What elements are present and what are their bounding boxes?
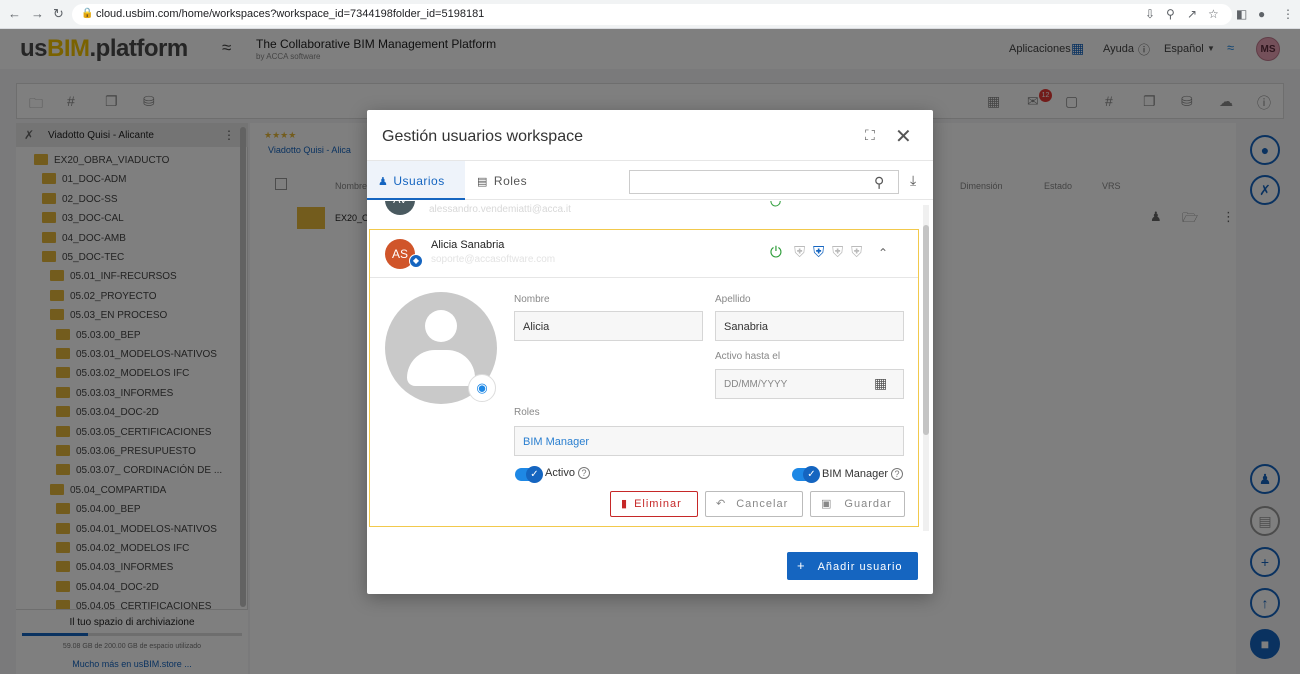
download-icon[interactable]: ⤓ <box>910 172 916 189</box>
add-user-button[interactable]: + Añadir usuario <box>787 552 918 580</box>
save-button[interactable]: ▣ Guardar <box>810 491 905 517</box>
bim-manager-toggle-label: BIM Manager? <box>822 468 904 480</box>
photo-head <box>425 310 457 342</box>
activo-hasta-label: Activo hasta el <box>715 351 781 362</box>
roles-label: Roles <box>514 407 540 418</box>
lock-icon: 🔒 <box>81 8 94 19</box>
plus-icon: + <box>797 558 806 573</box>
bookmark-star-icon[interactable]: ☆ <box>1208 7 1219 21</box>
manager-badge-icon: ◆ <box>409 254 423 268</box>
power-icon[interactable]: ⏻ <box>770 244 782 261</box>
activo-toggle[interactable]: ✓ <box>515 466 543 483</box>
help-icon[interactable]: ? <box>891 468 904 480</box>
forward-icon[interactable]: → <box>31 6 44 21</box>
roles-icon: ▤ <box>477 176 488 188</box>
bim-manager-toggle[interactable]: ✓ <box>792 466 820 483</box>
search-icon[interactable]: ⚲ <box>874 174 884 191</box>
user-row-previous[interactable]: AV alessandro.vendemiatti@acca.it ⏻ <box>367 201 921 227</box>
nombre-input[interactable]: Alicia <box>514 311 703 341</box>
trash-icon: ▮ <box>621 498 629 510</box>
users-icon: ♟ <box>378 176 389 188</box>
delete-button[interactable]: ▮ Eliminar <box>610 491 698 517</box>
photo-body <box>407 350 475 386</box>
shield-icon[interactable]: ⛨ <box>794 244 805 261</box>
bim-manager-text: BIM Manager <box>822 468 889 480</box>
undo-icon: ↶ <box>716 498 727 510</box>
user-avatar: AV <box>385 201 415 215</box>
delete-label: Eliminar <box>634 498 682 510</box>
check-icon: ✓ <box>526 466 543 483</box>
apellido-label: Apellido <box>715 294 751 305</box>
camera-icon[interactable]: ◉ <box>468 374 496 402</box>
tab-users[interactable]: ♟ Usuarios <box>367 161 465 200</box>
check-icon: ✓ <box>803 466 820 483</box>
cancel-button[interactable]: ↶ Cancelar <box>705 491 803 517</box>
sidepanel-icon[interactable]: ◧ <box>1236 7 1247 21</box>
shield-icon[interactable]: ⛨ <box>832 244 843 261</box>
user-name: Alicia Sanabria <box>431 239 505 251</box>
calendar-icon[interactable]: ▦ <box>874 375 887 392</box>
user-detail-panel: AS ◆ Alicia Sanabria soporte@accasoftwar… <box>369 229 919 527</box>
tab-roles[interactable]: ▤ Roles <box>477 161 527 200</box>
user-management-modal: Gestión usuarios workspace ⛶ ✕ ♟ Usuarios… <box>367 110 933 594</box>
apellido-input[interactable]: Sanabria <box>715 311 904 341</box>
nombre-label: Nombre <box>514 294 550 305</box>
activo-toggle-label: Activo? <box>545 467 590 479</box>
user-search-input[interactable]: ⚲ <box>629 170 899 194</box>
user-row-header[interactable]: AS ◆ Alicia Sanabria soporte@accasoftwar… <box>370 230 918 278</box>
user-email: soporte@accasoftware.com <box>431 254 556 265</box>
modal-title: Gestión usuarios workspace <box>382 128 583 145</box>
activo-hasta-input[interactable]: DD/MM/YYYY ▦ <box>715 369 904 399</box>
modal-scrollbar[interactable] <box>923 205 929 531</box>
share-icon[interactable]: ↗ <box>1187 7 1197 21</box>
power-icon[interactable]: ⏻ <box>770 201 781 210</box>
add-user-label: Añadir usuario <box>817 561 903 573</box>
user-email: alessandro.vendemiatti@acca.it <box>429 204 571 215</box>
url-text: cloud.usbim.com/home/workspaces?workspac… <box>96 8 485 20</box>
scrollbar-thumb[interactable] <box>923 225 929 435</box>
chevron-up-icon[interactable]: ⌃ <box>878 246 888 260</box>
shield-icon[interactable]: ⛨ <box>851 244 862 261</box>
cancel-label: Cancelar <box>736 498 789 510</box>
tab-users-label: Usuarios <box>393 174 445 188</box>
save-icon: ▣ <box>821 498 833 510</box>
back-icon[interactable]: ← <box>8 6 21 21</box>
menu-icon[interactable]: ⋮ <box>1282 7 1294 21</box>
zoom-icon[interactable]: ⚲ <box>1166 7 1175 21</box>
roles-input[interactable]: BIM Manager <box>514 426 904 456</box>
expand-icon[interactable]: ⛶ <box>865 127 875 144</box>
address-bar[interactable]: 🔒 cloud.usbim.com/home/workspaces?worksp… <box>72 4 1232 25</box>
profile-icon[interactable]: ● <box>1258 7 1265 21</box>
close-icon[interactable]: ✕ <box>895 124 912 149</box>
tab-roles-label: Roles <box>493 174 528 188</box>
save-label: Guardar <box>844 498 892 510</box>
user-list: AV alessandro.vendemiatti@acca.it ⏻ AS ◆… <box>367 201 933 537</box>
install-icon[interactable]: ⇩ <box>1145 7 1155 21</box>
shield-active-icon[interactable]: ⛨ <box>813 244 824 261</box>
reload-icon[interactable]: ↻ <box>53 6 64 22</box>
activo-text: Activo <box>545 467 575 479</box>
browser-toolbar: ← → ↻ 🔒 cloud.usbim.com/home/workspaces?… <box>0 0 1300 29</box>
modal-tabs: ♟ Usuarios ▤ Roles ⚲ ⤓ <box>367 160 933 200</box>
date-placeholder: DD/MM/YYYY <box>724 379 788 390</box>
help-icon[interactable]: ? <box>577 467 590 479</box>
